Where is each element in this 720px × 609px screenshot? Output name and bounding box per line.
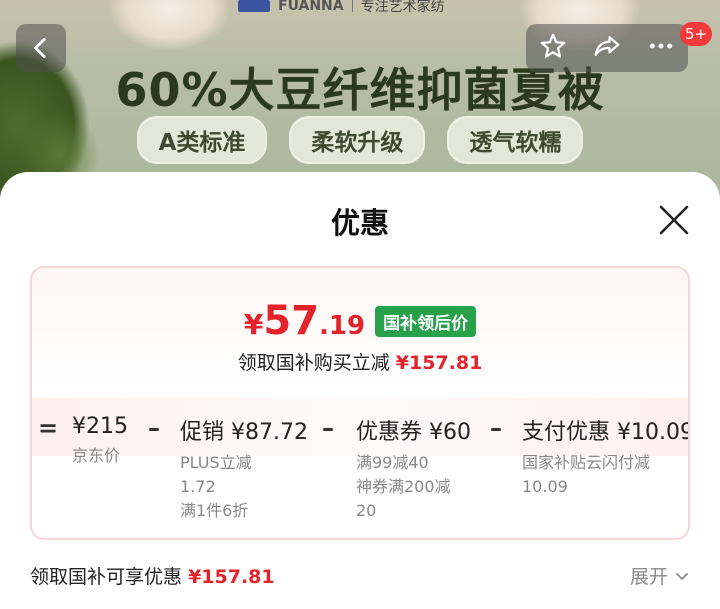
back-icon xyxy=(34,37,46,59)
payment-discount-line: 国家补贴云闪付减 xyxy=(522,453,651,472)
flower-decoration xyxy=(110,0,230,50)
close-icon xyxy=(659,205,689,235)
promotion-line: 满1件6折 xyxy=(180,501,249,520)
payment-discount-item: 支付优惠 ¥10.09 国家补贴云闪付减 10.09 xyxy=(522,414,690,498)
subsidy-benefit-label: 领取国补可享优惠 xyxy=(30,566,183,588)
coupon-line: 20 xyxy=(356,501,377,520)
subsidy-summary-amount: ¥157.81 xyxy=(395,352,483,374)
favorite-button[interactable] xyxy=(538,31,568,65)
minus-sign: – xyxy=(148,414,160,442)
brand-name: FUANNA xyxy=(278,0,344,14)
share-icon xyxy=(594,36,620,56)
share-button[interactable] xyxy=(592,31,622,65)
brand-slogan: 专注艺术家纺 xyxy=(360,0,445,15)
promotion-title: 促销 ¥87.72 xyxy=(180,420,308,445)
payment-discount-line: 10.09 xyxy=(522,477,568,496)
promotion-line: PLUS立减 xyxy=(180,453,252,472)
minus-sign: – xyxy=(322,414,334,442)
subsidy-summary: 领取国补购买立减 ¥157.81 xyxy=(32,348,688,375)
base-price-value: ¥215 xyxy=(72,414,128,439)
coupon-line: 满99减40 xyxy=(356,453,429,472)
top-action-group xyxy=(526,24,688,72)
subsidy-benefit-text: 领取国补可享优惠 ¥157.81 xyxy=(30,562,275,589)
price-breakdown-card: ¥ 57 .19 国补领后价 领取国补购买立减 ¥157.81 = ¥215 京… xyxy=(30,266,690,540)
base-price-item: ¥215 京东价 xyxy=(72,414,128,467)
feature-pill: A类标准 xyxy=(136,116,268,164)
more-button[interactable] xyxy=(646,31,676,65)
expand-button[interactable]: 展开 xyxy=(630,562,690,589)
price-currency: ¥ xyxy=(243,308,264,341)
final-price: ¥ 57 .19 xyxy=(244,298,365,344)
brand-mark-icon xyxy=(238,0,270,12)
subsidy-benefit-amount: ¥157.81 xyxy=(188,566,275,588)
coupon-title: 优惠券 ¥60 xyxy=(356,420,471,445)
expand-label: 展开 xyxy=(629,566,668,588)
minus-sign: – xyxy=(490,414,502,442)
equals-sign: = xyxy=(38,414,59,442)
more-icon xyxy=(649,43,673,49)
brand-divider xyxy=(351,0,353,12)
coupon-line: 神券满200减 xyxy=(356,477,451,496)
promotion-item: 促销 ¥87.72 PLUS立减 1.72 满1件6折 xyxy=(180,414,308,522)
chevron-down-icon xyxy=(676,572,688,580)
final-price-row: ¥ 57 .19 国补领后价 xyxy=(32,298,688,344)
star-icon xyxy=(540,33,566,58)
brand-logo: FUANNA 专注艺术家纺 xyxy=(238,0,445,15)
price-integer: 57 xyxy=(263,298,320,344)
sheet-title: 优惠 xyxy=(330,206,389,240)
price-decimal: .19 xyxy=(319,311,366,341)
discount-sheet: 优惠 ¥ 57 .19 国补领后价 领取国补购买立减 ¥157.81 = ¥21… xyxy=(0,172,720,609)
notification-badge: 5+ xyxy=(680,22,713,46)
feature-pill: 柔软升级 xyxy=(289,116,426,164)
payment-discount-title: 支付优惠 ¥10.09 xyxy=(522,420,690,445)
subsidy-benefit-row: 领取国补可享优惠 ¥157.81 展开 xyxy=(30,562,690,589)
subsidy-price-tag: 国补领后价 xyxy=(375,305,477,337)
back-button[interactable] xyxy=(16,24,66,72)
close-button[interactable] xyxy=(656,202,692,238)
coupon-item: 优惠券 ¥60 满99减40 神券满200减 20 xyxy=(356,414,471,522)
promotion-line: 1.72 xyxy=(180,477,216,496)
feature-pills: A类标准 柔软升级 透气软糯 xyxy=(0,116,720,164)
base-price-label: 京东价 xyxy=(72,446,121,465)
subsidy-summary-label: 领取国补购买立减 xyxy=(237,352,390,374)
feature-pill: 透气软糯 xyxy=(447,116,584,164)
